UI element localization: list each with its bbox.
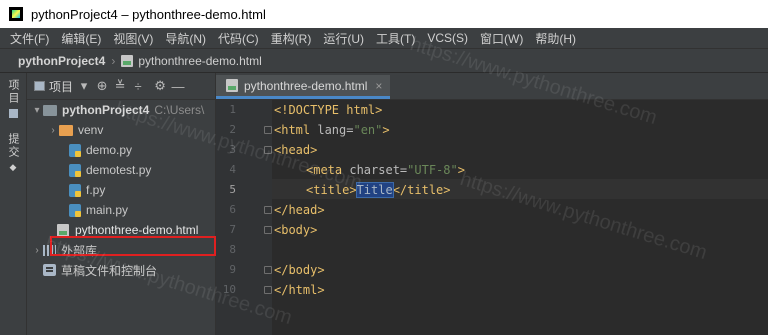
project-tool-tab[interactable]: 项目	[4, 79, 22, 118]
project-tool-icon	[8, 109, 18, 118]
red-highlight-box	[50, 236, 216, 256]
project-toolbar: 项目 ▾ ⊕ ≚ ÷ ⚙ —	[27, 73, 215, 100]
line-number: 3	[229, 143, 236, 156]
tree-item-file[interactable]: main.py	[69, 200, 128, 220]
tree-item-label: demo.py	[86, 143, 133, 157]
code-line-1: <!DOCTYPE html>	[274, 103, 383, 117]
project-view-label[interactable]: 项目	[49, 78, 73, 95]
code-line-6: </head>	[274, 203, 325, 217]
chevron-down-icon[interactable]: ▾	[31, 105, 43, 116]
tree-item-path-hint: C:\Users\	[154, 103, 205, 117]
menu-bar: 文件(F) 编辑(E) 视图(V) 导航(N) 代码(C) 重构(R) 运行(U…	[0, 28, 768, 49]
tree-item-file[interactable]: demo.py	[69, 140, 132, 160]
tree-item-label: pythonthree-demo.html	[75, 223, 199, 237]
html-file-icon	[57, 223, 69, 237]
tree-item-file[interactable]: demotest.py	[69, 160, 151, 180]
fold-marker-icon[interactable]	[264, 266, 272, 274]
editor-gutter: 1 2 3 4 5 6 7 8 9 10	[216, 100, 272, 335]
html-file-icon	[121, 54, 134, 67]
line-number: 4	[229, 163, 236, 176]
fold-marker-icon[interactable]	[264, 226, 272, 234]
code-line-9: </body>	[274, 263, 325, 277]
view-dropdown-chevron-icon[interactable]: ▾	[75, 78, 93, 94]
line-number: 1	[229, 103, 236, 116]
menu-edit[interactable]: 编辑(E)	[55, 30, 107, 47]
python-file-icon	[69, 143, 81, 157]
line-number: 2	[229, 123, 236, 136]
pycharm-app-icon	[9, 7, 23, 21]
window-titlebar: pythonProject4 – pythonthree-demo.html	[0, 0, 768, 28]
close-icon[interactable]: ×	[375, 79, 382, 93]
fold-marker-icon[interactable]	[264, 146, 272, 154]
code-line-5: <title>Title</title>	[306, 182, 451, 198]
tab-pythonthree-demo-html[interactable]: pythonthree-demo.html ×	[216, 75, 391, 99]
settings-gear-icon[interactable]: ⚙	[151, 78, 169, 94]
code-line-7: <body>	[274, 223, 318, 237]
breadcrumb-separator-icon: ›	[111, 53, 116, 68]
commit-tool-tab-label: 提交	[7, 133, 19, 159]
commit-tool-icon: ◆	[9, 162, 17, 172]
code-line-4: <meta charset="UTF-8">	[306, 163, 465, 177]
line-number: 10	[222, 283, 236, 296]
navigation-bar: pythonProject4 › pythonthree-demo.html	[0, 49, 768, 73]
collapse-all-icon[interactable]: ÷	[129, 79, 147, 94]
menu-view[interactable]: 视图(V)	[107, 30, 159, 47]
python-file-icon	[69, 203, 81, 217]
window-title: pythonProject4 – pythonthree-demo.html	[31, 6, 266, 22]
left-tool-strip: 项目 提交 ◆	[0, 73, 27, 335]
menu-tools[interactable]: 工具(T)	[370, 30, 421, 47]
menu-code[interactable]: 代码(C)	[212, 30, 265, 47]
menu-run[interactable]: 运行(U)	[317, 30, 370, 47]
menu-file[interactable]: 文件(F)	[0, 30, 55, 47]
menu-navigate[interactable]: 导航(N)	[159, 30, 212, 47]
chevron-right-icon[interactable]: ›	[31, 245, 43, 256]
html-file-icon	[226, 79, 238, 92]
python-file-icon	[69, 183, 81, 197]
expand-all-icon[interactable]: ≚	[111, 78, 129, 94]
tree-item-label: 草稿文件和控制台	[61, 263, 158, 278]
menu-help[interactable]: 帮助(H)	[529, 30, 582, 47]
editor-area: pythonthree-demo.html × 1 2 3 4 5 6 7 8 …	[216, 73, 768, 335]
line-number: 7	[229, 223, 236, 236]
commit-tool-tab[interactable]: 提交 ◆	[4, 133, 22, 173]
line-number: 6	[229, 203, 236, 216]
folder-icon	[43, 104, 57, 116]
tree-item-label: venv	[78, 123, 104, 137]
tree-item-label: demotest.py	[86, 163, 152, 177]
tree-item-file[interactable]: f.py	[69, 180, 105, 200]
python-file-icon	[69, 163, 81, 177]
menu-vcs[interactable]: VCS(S)	[421, 31, 474, 45]
hide-panel-icon[interactable]: —	[169, 79, 187, 94]
breadcrumb-project[interactable]: pythonProject4	[18, 54, 105, 68]
code-line-2: <html lang="en">	[274, 123, 390, 137]
selected-text: Title	[355, 182, 394, 198]
tree-item-scratches[interactable]: 草稿文件和控制台	[43, 260, 157, 280]
excluded-folder-icon	[59, 124, 73, 136]
code-line-3: <head>	[274, 143, 318, 157]
tree-item-root[interactable]: ▾ pythonProject4 C:\Users\	[31, 100, 204, 120]
project-tool-tab-label: 项目	[7, 79, 19, 105]
tree-item-venv[interactable]: › venv	[47, 120, 103, 140]
breadcrumb-file[interactable]: pythonthree-demo.html	[138, 54, 261, 68]
tree-item-label: f.py	[86, 183, 106, 197]
line-number: 8	[229, 243, 236, 256]
menu-window[interactable]: 窗口(W)	[474, 30, 529, 47]
fold-marker-icon[interactable]	[264, 206, 272, 214]
fold-marker-icon[interactable]	[264, 126, 272, 134]
code-line-10: </html>	[274, 283, 325, 297]
project-panel: 项目 ▾ ⊕ ≚ ÷ ⚙ — ▾ pythonProject4 C:\Users…	[27, 73, 216, 335]
scratches-console-icon	[43, 264, 56, 276]
chevron-right-icon[interactable]: ›	[47, 125, 59, 136]
fold-marker-icon[interactable]	[264, 286, 272, 294]
tab-label: pythonthree-demo.html	[244, 78, 368, 93]
tree-item-label: pythonProject4	[62, 103, 150, 117]
menu-refactor[interactable]: 重构(R)	[265, 30, 318, 47]
project-view-icon	[34, 81, 45, 91]
line-number: 9	[229, 263, 236, 276]
tree-item-label: main.py	[86, 203, 129, 217]
line-number: 5	[229, 183, 236, 196]
locate-target-icon[interactable]: ⊕	[93, 78, 111, 94]
editor-tab-bar: pythonthree-demo.html ×	[216, 73, 768, 100]
